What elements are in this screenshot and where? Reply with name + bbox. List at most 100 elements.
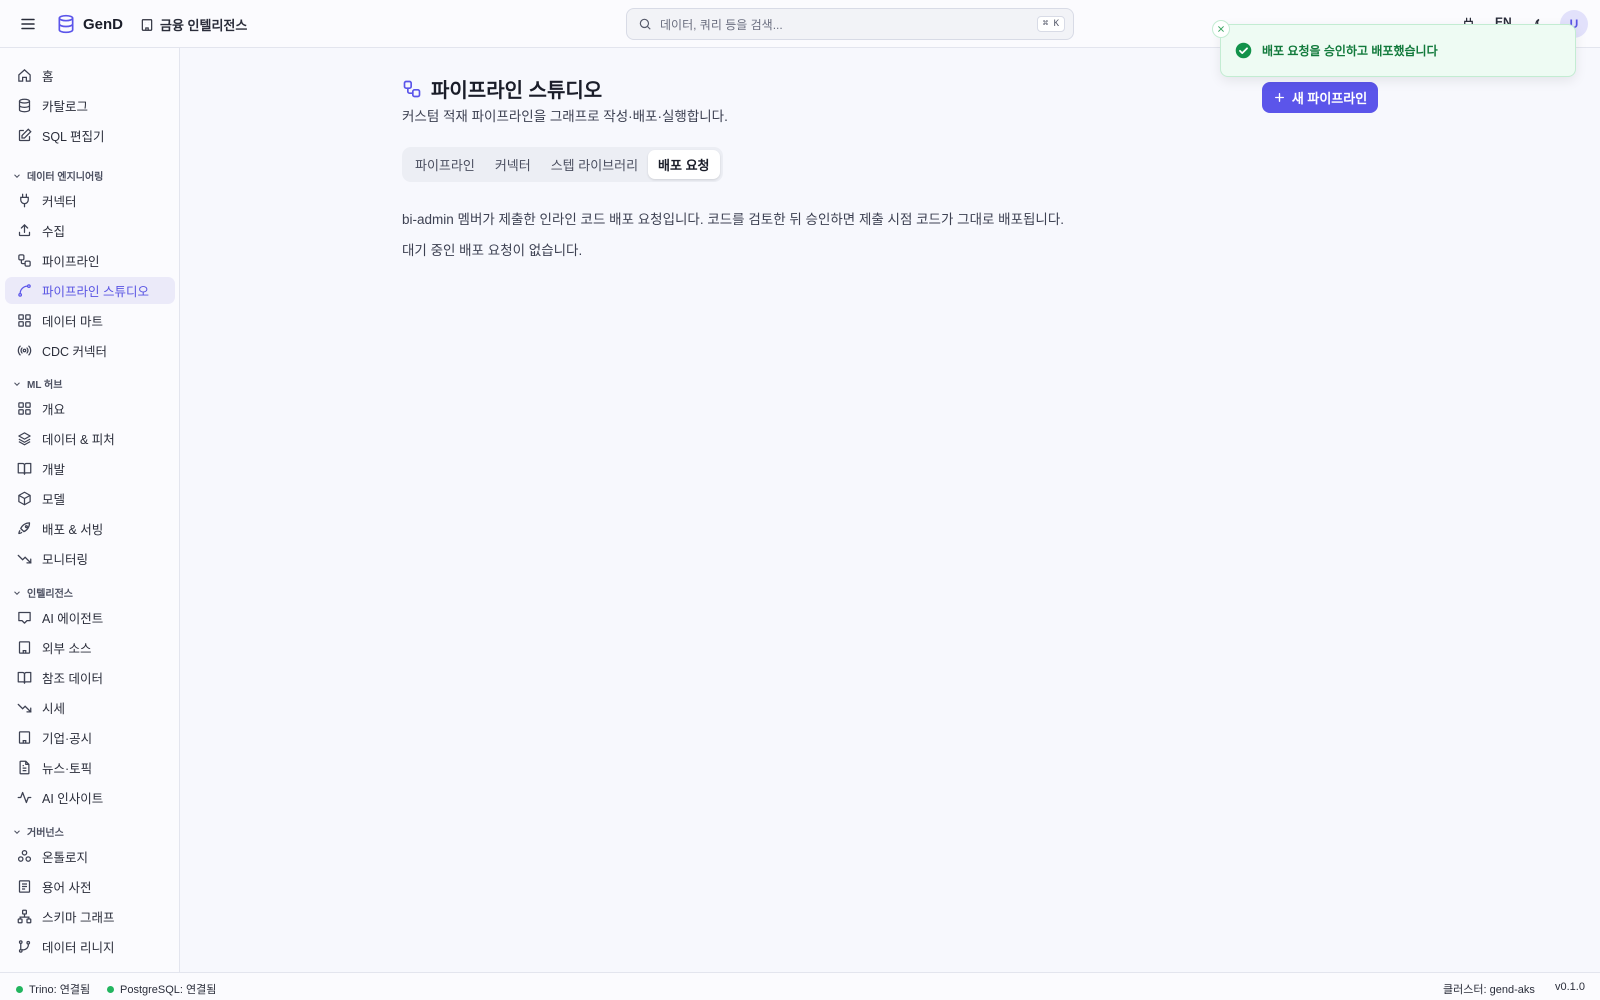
book-icon xyxy=(17,671,32,684)
sidebar-item-label: 시세 xyxy=(42,702,66,716)
tab-connectors[interactable]: 커넥터 xyxy=(485,150,541,179)
sidebar-item-label: 모니터링 xyxy=(42,553,89,567)
building-icon xyxy=(18,641,31,654)
section-governance[interactable]: 거버넌스 xyxy=(12,824,64,839)
sidebar-item-ai-agent[interactable]: AI 에이전트 xyxy=(5,604,175,631)
spline-icon xyxy=(18,284,31,297)
postgres-status-label: PostgreSQL: 연결됨 xyxy=(120,984,217,996)
section-intelligence[interactable]: 인텔리전스 xyxy=(12,585,73,600)
sidebar-item-data-features[interactable]: 데이터 & 피처 xyxy=(5,425,175,452)
tab-step-library[interactable]: 스텝 라이브러리 xyxy=(541,150,648,179)
chevron-down-icon xyxy=(14,173,20,178)
list-icon xyxy=(18,880,31,893)
sidebar-item-schema-graph[interactable]: 스키마 그래프 xyxy=(5,903,175,930)
page-title: 파이프라인 스튜디오 xyxy=(431,80,603,102)
upload-icon xyxy=(18,223,31,237)
sidebar-item-label: 수집 xyxy=(42,225,66,239)
section-data-engineering[interactable]: 데이터 엔지니어링 xyxy=(12,168,103,183)
sidebar-item-label: 외부 소스 xyxy=(42,642,92,656)
chevron-down-icon xyxy=(14,590,20,595)
sidebar-item-development[interactable]: 개발 xyxy=(5,455,175,482)
sidebar-item-connector[interactable]: 커넥터 xyxy=(5,187,175,214)
sidebar-item-label: SQL 편집기 xyxy=(42,130,105,144)
sidebar-item-ai-insight[interactable]: AI 인사이트 xyxy=(5,784,175,811)
workflow-icon xyxy=(403,80,421,97)
sidebar-item-sql-editor[interactable]: SQL 편집기 xyxy=(5,122,175,149)
close-icon[interactable] xyxy=(1212,20,1230,38)
sidebar-item-label: 기업·공시 xyxy=(42,732,93,746)
app-logo[interactable]: GenD xyxy=(56,13,123,35)
tab-deploy-requests[interactable]: 배포 요청 xyxy=(648,150,720,179)
deploy-requests-description: bi-admin 멤버가 제출한 인라인 코드 배포 요청입니다. 코드를 검토… xyxy=(402,212,1065,227)
sidebar-item-news-topics[interactable]: 뉴스·토픽 xyxy=(5,754,175,781)
sidebar-item-catalog[interactable]: 카탈로그 xyxy=(5,92,175,119)
sidebar-item-ingest[interactable]: 수집 xyxy=(5,217,175,244)
sidebar-item-pipeline-studio[interactable]: 파이프라인 스튜디오 xyxy=(5,277,175,304)
trend-down-icon xyxy=(17,554,32,564)
sidebar-item-ontology[interactable]: 온톨로지 xyxy=(5,843,175,870)
search-icon xyxy=(639,18,651,30)
workspace-selector[interactable]: 금융 인텔리전스 xyxy=(140,15,247,34)
sidebar-item-corporate-filings[interactable]: 기업·공시 xyxy=(5,724,175,751)
sidebar-item-quotes[interactable]: 시세 xyxy=(5,694,175,721)
sidebar-item-label: 배포 & 서빙 xyxy=(42,523,104,537)
sidebar-item-label: 데이터 마트 xyxy=(42,315,103,329)
status-dot xyxy=(107,985,114,993)
section-title: 인텔리전스 xyxy=(27,589,73,600)
message-icon xyxy=(18,611,31,624)
sidebar-item-glossary[interactable]: 용어 사전 xyxy=(5,873,175,900)
sidebar-item-overview[interactable]: 개요 xyxy=(5,395,175,422)
sidebar-item-label: 홈 xyxy=(42,70,54,84)
search-input[interactable]: 데이터, 쿼리 등을 검색... ⌘ K xyxy=(626,8,1074,40)
sidebar-item-home[interactable]: 홈 xyxy=(5,62,175,89)
radio-icon xyxy=(17,345,32,356)
new-pipeline-button[interactable]: 새 파이프라인 xyxy=(1262,82,1378,113)
app-name: GenD xyxy=(83,15,124,33)
sidebar-item-reference-data[interactable]: 참조 데이터 xyxy=(5,664,175,691)
sidebar-item-label: 참조 데이터 xyxy=(42,672,103,686)
activity-icon xyxy=(17,791,32,804)
sidebar-item-pipeline[interactable]: 파이프라인 xyxy=(5,247,175,274)
check-circle-icon xyxy=(1235,42,1252,59)
building-icon xyxy=(18,731,31,744)
sidebar-item-label: 파이프라인 스튜디오 xyxy=(42,285,149,299)
sidebar-item-deploy-serving[interactable]: 배포 & 서빙 xyxy=(5,515,175,542)
menu-icon[interactable] xyxy=(18,14,38,34)
new-pipeline-label: 새 파이프라인 xyxy=(1291,91,1368,106)
chevron-down-icon xyxy=(14,381,20,386)
postgres-status: PostgreSQL: 연결됨 xyxy=(107,981,216,997)
status-bar: Trino: 연결됨 PostgreSQL: 연결됨 클러스터: gend-ak… xyxy=(0,972,1600,1000)
sidebar-item-external-source[interactable]: 외부 소스 xyxy=(5,634,175,661)
section-title: 데이터 엔지니어링 xyxy=(27,172,104,183)
sidebar-item-label: CDC 커넥터 xyxy=(42,345,108,359)
sidebar-item-model[interactable]: 모델 xyxy=(5,485,175,512)
sidebar-item-cdc-connector[interactable]: CDC 커넥터 xyxy=(5,337,175,364)
section-title: 거버넌스 xyxy=(27,828,64,839)
sidebar: 홈 카탈로그 SQL 편집기 데이터 엔지니어링 커넥터 수집 파이프라인 파이… xyxy=(0,48,180,972)
sidebar-item-label: AI 에이전트 xyxy=(42,612,104,626)
sidebar-item-label: AI 인사이트 xyxy=(42,792,104,806)
empty-state-message: 대기 중인 배포 요청이 없습니다. xyxy=(402,243,583,258)
tab-pipelines[interactable]: 파이프라인 xyxy=(405,150,485,179)
sidebar-item-label: 모델 xyxy=(42,493,66,507)
file-text-icon xyxy=(19,760,30,775)
sidebar-item-monitoring[interactable]: 모니터링 xyxy=(5,545,175,572)
sidebar-item-data-lineage[interactable]: 데이터 리니지 xyxy=(5,933,175,960)
section-ml-hub[interactable]: ML 허브 xyxy=(12,376,62,391)
toast-message: 배포 요청을 승인하고 배포했습니다 xyxy=(1262,44,1438,58)
git-branch-icon xyxy=(18,940,31,953)
chevron-down-icon xyxy=(14,829,20,834)
grid-icon xyxy=(18,402,31,415)
sidebar-item-label: 커넥터 xyxy=(42,195,77,209)
sidebar-item-label: 개요 xyxy=(42,403,66,417)
sidebar-item-label: 뉴스·토픽 xyxy=(42,762,93,776)
search-placeholder: 데이터, 쿼리 등을 검색... xyxy=(660,17,783,32)
plus-icon xyxy=(1274,93,1284,102)
edit-icon xyxy=(18,128,32,142)
sidebar-item-label: 데이터 & 피처 xyxy=(42,433,115,447)
sidebar-item-data-mart[interactable]: 데이터 마트 xyxy=(5,307,175,334)
book-icon xyxy=(17,462,32,475)
cluster-name: 클러스터: gend-aks xyxy=(1443,984,1535,996)
sidebar-item-label: 카탈로그 xyxy=(42,100,89,114)
search-shortcut: ⌘ K xyxy=(1036,16,1065,32)
